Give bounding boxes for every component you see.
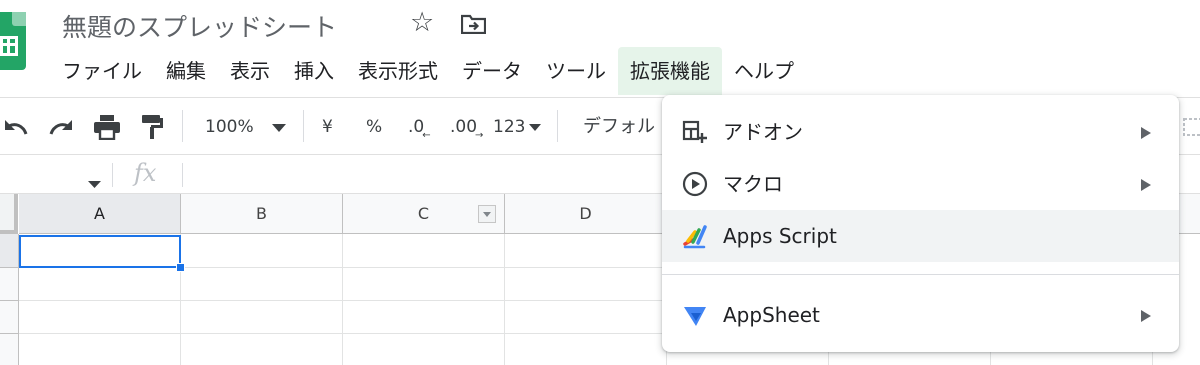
formula-divider — [112, 163, 113, 187]
submenu-arrow-icon — [1141, 127, 1151, 139]
toolbar-divider — [182, 110, 183, 142]
decrease-decimal-button[interactable]: .0← — [408, 98, 431, 156]
menu-data[interactable]: データ — [450, 47, 534, 95]
zoom-select[interactable]: 100% — [205, 98, 254, 156]
arrow-right-icon: → — [475, 130, 484, 141]
font-family-select[interactable]: デフォル — [583, 98, 655, 156]
row-header-3[interactable] — [0, 301, 19, 334]
select-all-corner[interactable] — [0, 194, 18, 234]
menu-item-apps-script[interactable]: Apps Script — [662, 210, 1179, 262]
menu-item-addons-label: アドオン — [723, 120, 803, 144]
cell-b2[interactable] — [181, 268, 343, 301]
arrow-left-icon: ← — [422, 130, 431, 141]
menu-item-addons[interactable]: アドオン — [662, 106, 1179, 158]
cell-d2[interactable] — [505, 268, 667, 301]
menu-insert[interactable]: 挿入 — [282, 47, 346, 95]
menu-tools[interactable]: ツール — [534, 47, 618, 95]
column-header-c-label: C — [417, 204, 430, 223]
cell-c3[interactable] — [343, 301, 505, 334]
column-header-a[interactable]: A — [19, 194, 181, 234]
submenu-arrow-icon — [1141, 179, 1151, 191]
cell-d1[interactable] — [505, 234, 667, 268]
filter-dropdown-icon[interactable] — [478, 205, 496, 223]
formula-divider — [182, 163, 183, 187]
menu-item-appsheet[interactable]: AppSheet — [662, 289, 1179, 341]
cell-b3[interactable] — [181, 301, 343, 334]
cell-d3[interactable] — [505, 301, 667, 334]
column-header-c[interactable]: C — [343, 194, 505, 234]
merge-cells-icon[interactable] — [1183, 118, 1200, 136]
row-header-2[interactable] — [0, 268, 19, 301]
fx-icon: fx — [134, 159, 157, 187]
cell-a4[interactable] — [19, 334, 181, 365]
logo-fold — [12, 12, 26, 26]
cell-c1[interactable] — [343, 234, 505, 268]
apps-script-icon — [683, 225, 707, 249]
sheets-logo-icon[interactable] — [0, 12, 26, 70]
percent-format-button[interactable]: % — [366, 98, 382, 156]
menu-file[interactable]: ファイル — [50, 47, 154, 95]
menu-help[interactable]: ヘルプ — [722, 47, 806, 95]
name-box-dropdown-icon[interactable] — [88, 173, 101, 192]
menu-extensions[interactable]: 拡張機能 — [618, 47, 722, 95]
row-header-4[interactable] — [0, 334, 19, 365]
menu-item-appsheet-label: AppSheet — [723, 303, 820, 327]
menu-format[interactable]: 表示形式 — [346, 47, 450, 95]
redo-icon[interactable] — [47, 116, 75, 138]
menu-item-macros[interactable]: マクロ — [662, 158, 1179, 210]
more-formats-label: 123 — [493, 117, 526, 137]
cell-c4[interactable] — [343, 334, 505, 365]
toolbar-divider — [303, 110, 304, 142]
print-icon[interactable] — [93, 114, 121, 140]
zoom-value: 100% — [205, 117, 254, 137]
menu-edit[interactable]: 編集 — [154, 47, 218, 95]
move-folder-icon[interactable] — [461, 14, 486, 34]
macro-play-icon — [682, 171, 708, 197]
increase-decimal-label: .00 — [450, 117, 478, 137]
cell-a2[interactable] — [19, 268, 181, 301]
column-header-b[interactable]: B — [181, 194, 343, 234]
currency-format-button[interactable]: ¥ — [322, 98, 333, 156]
cell-d4[interactable] — [505, 334, 667, 365]
logo-grid — [0, 36, 18, 56]
menu-view[interactable]: 表示 — [218, 47, 282, 95]
increase-decimal-button[interactable]: .00→ — [450, 98, 483, 156]
appsheet-icon — [684, 307, 706, 326]
formula-input[interactable] — [190, 156, 662, 194]
extensions-menu: アドオン マクロ Apps Script AppSheet — [662, 95, 1179, 352]
more-formats-button[interactable]: 123 — [493, 98, 525, 156]
paint-format-icon[interactable] — [140, 114, 164, 140]
submenu-arrow-icon — [1141, 310, 1151, 322]
cell-b1[interactable] — [181, 234, 343, 268]
active-cell-selection[interactable] — [19, 235, 181, 268]
menu-item-apps-script-label: Apps Script — [723, 224, 837, 248]
document-title[interactable]: 無題のスプレッドシート — [62, 8, 337, 44]
menu-divider — [662, 274, 1179, 275]
fill-handle[interactable] — [176, 263, 185, 272]
cell-c2[interactable] — [343, 268, 505, 301]
cell-a3[interactable] — [19, 301, 181, 334]
menu-item-macros-label: マクロ — [723, 172, 783, 196]
row-header-1[interactable] — [0, 234, 19, 268]
star-icon[interactable]: ☆ — [410, 8, 434, 38]
menubar: ファイル 編集 表示 挿入 表示形式 データ ツール 拡張機能 ヘルプ — [50, 47, 806, 95]
zoom-dropdown-icon[interactable] — [272, 124, 286, 132]
toolbar-divider — [557, 110, 558, 142]
addons-icon — [682, 120, 707, 143]
cell-b4[interactable] — [181, 334, 343, 365]
column-header-d[interactable]: D — [505, 194, 667, 234]
undo-icon[interactable] — [2, 116, 30, 138]
more-formats-dropdown-icon[interactable] — [529, 124, 541, 132]
